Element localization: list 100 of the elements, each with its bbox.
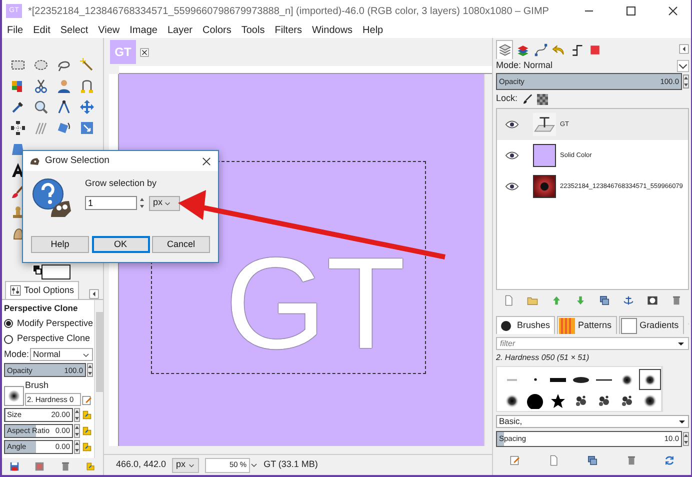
bar-brush-icon — [550, 378, 566, 382]
close-icon[interactable] — [202, 156, 211, 166]
edit-icon[interactable] — [82, 394, 93, 406]
dropdown-arrow-icon — [678, 418, 686, 426]
tool-title: Perspective Clone — [4, 302, 79, 315]
checker-lock-icon[interactable] — [536, 94, 548, 104]
menu-item[interactable]: Select — [60, 22, 88, 38]
window-title: *[22352184_123846768334571_5599660798679973888_n] (imported)-46.0 (RGB color, 3 layers) 1080x1080 – GIMP — [28, 4, 550, 18]
restore-icon[interactable] — [34, 461, 46, 472]
eye-icon[interactable] — [505, 151, 519, 160]
close-icon[interactable] — [140, 48, 149, 56]
canvas-text: GT — [225, 238, 406, 368]
dropdown-arrow-icon[interactable] — [677, 340, 685, 348]
menu-item[interactable]: Help — [362, 22, 384, 38]
question-mascot-icon — [31, 177, 71, 219]
text-layer-icon — [533, 113, 556, 136]
edit-icon[interactable] — [510, 454, 521, 466]
refresh-icon[interactable] — [664, 454, 676, 466]
panel-tab[interactable]: Patterns — [557, 316, 617, 334]
menu-item[interactable]: Tools — [241, 22, 265, 38]
number-field[interactable]: 1 — [85, 196, 137, 210]
brush-name: 2. Hardness 050 (51 × 51) — [496, 352, 590, 364]
person-select-icon[interactable] — [56, 78, 72, 94]
color-swatches-icon[interactable] — [32, 264, 72, 280]
dock-menu-icon[interactable] — [89, 289, 99, 299]
reset-icon[interactable] — [81, 424, 93, 437]
spin-buttons[interactable] — [74, 440, 80, 454]
caret-icon — [164, 200, 171, 206]
spin-buttons[interactable] — [74, 424, 80, 438]
anchor-icon[interactable] — [623, 294, 634, 306]
line-brush-icon — [596, 378, 612, 380]
duplicate-icon[interactable] — [599, 294, 610, 306]
radio-option[interactable]: Modify Perspective — [4, 316, 93, 330]
trash-icon[interactable] — [60, 461, 71, 472]
dock-menu-icon[interactable] — [679, 44, 689, 54]
caret-icon[interactable] — [677, 60, 689, 72]
menu-item[interactable]: File — [7, 22, 24, 38]
brush-preview[interactable] — [639, 369, 661, 390]
filter-field[interactable]: filter — [496, 337, 689, 350]
unit-dropdown[interactable]: px — [149, 196, 180, 210]
fuzzy-brush-icon — [642, 392, 658, 408]
scissors-icon[interactable] — [32, 78, 48, 94]
folder-icon[interactable] — [526, 294, 538, 306]
tool-options-tab[interactable]: Tool Options — [5, 281, 80, 299]
color-thumbnail — [533, 144, 556, 167]
duplicate-icon[interactable] — [586, 454, 598, 466]
new-page-icon[interactable] — [548, 454, 560, 466]
reset-icon[interactable] — [81, 440, 93, 453]
align-icon[interactable] — [10, 120, 26, 136]
menu-item[interactable]: Edit — [33, 22, 50, 38]
spin-buttons[interactable] — [74, 408, 80, 422]
splatter-brush-icon — [596, 392, 612, 408]
radio-option[interactable]: Perspective Clone — [4, 332, 93, 346]
dialog-button[interactable]: OK — [92, 236, 150, 253]
menu-item[interactable]: View — [98, 22, 120, 38]
dialog-button[interactable]: Cancel — [152, 236, 210, 253]
reset-icon[interactable] — [84, 461, 96, 472]
close-icon[interactable] — [668, 6, 678, 16]
color-square-icon — [588, 42, 602, 56]
sliders-icon — [10, 285, 21, 296]
brush-lock-icon[interactable] — [522, 94, 533, 104]
eye-icon[interactable] — [505, 120, 519, 129]
cursor-coordinates: 466.0, 442.0 — [116, 458, 166, 472]
trash-icon[interactable] — [671, 294, 682, 306]
menu-item[interactable]: Image — [130, 22, 158, 38]
menu-item[interactable]: Colors — [202, 22, 232, 38]
mode-dropdown[interactable]: Normal — [30, 348, 93, 361]
search-icon[interactable] — [32, 98, 48, 114]
field-label: Grow selection by — [85, 177, 158, 190]
layer-mode-dropdown[interactable]: Mode: Normal — [496, 59, 553, 73]
scrollbar[interactable] — [94, 300, 103, 458]
new-layer-icon[interactable] — [502, 294, 514, 306]
eye-icon[interactable] — [505, 182, 519, 191]
undo-icon — [552, 42, 566, 56]
menu-item[interactable]: Layer — [167, 22, 192, 38]
panel-tab[interactable]: Brushes — [496, 316, 556, 334]
move-icon[interactable] — [78, 98, 94, 114]
menu-item[interactable]: Windows — [312, 22, 353, 38]
spin-arrows-icon[interactable] — [139, 196, 145, 210]
compass-icon[interactable] — [56, 98, 72, 114]
dialog-button[interactable]: Help — [31, 236, 89, 253]
spin-buttons[interactable] — [87, 363, 93, 378]
mask-icon[interactable] — [647, 294, 658, 306]
fuzzy-brush-icon — [504, 392, 520, 408]
menu-item[interactable]: Filters — [274, 22, 302, 38]
trash-icon[interactable] — [626, 454, 637, 466]
spin-buttons[interactable] — [683, 431, 689, 447]
brush-preview-icon[interactable] — [4, 386, 24, 406]
panel-tab[interactable]: Gradients — [618, 316, 684, 334]
mode-label: Mode: — [4, 348, 30, 361]
spin-buttons[interactable] — [683, 73, 689, 90]
maximize-icon[interactable] — [626, 6, 636, 16]
paths-icon[interactable] — [78, 78, 94, 94]
brush-set-dropdown[interactable]: Basic, — [496, 415, 689, 428]
scale-icon[interactable] — [78, 120, 94, 136]
caret-icon[interactable] — [250, 461, 258, 469]
unit-dropdown[interactable]: px — [172, 458, 199, 472]
save-icon[interactable] — [9, 461, 20, 472]
reset-icon[interactable] — [81, 408, 93, 421]
wand-icon[interactable] — [78, 56, 94, 72]
